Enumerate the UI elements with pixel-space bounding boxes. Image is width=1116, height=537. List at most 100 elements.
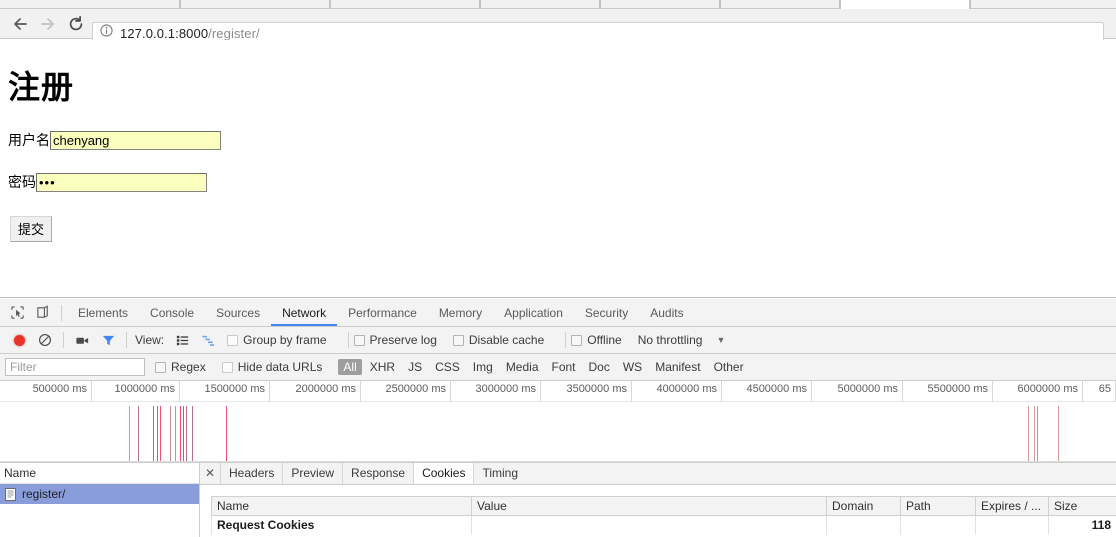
url-path: /register/ [208, 25, 260, 41]
timeline-tick: 4000000 ms [632, 381, 722, 402]
document-icon [5, 487, 16, 501]
devtools-tabbar: Elements Console Sources Network Perform… [0, 299, 1116, 327]
waterfall-view-icon[interactable] [195, 327, 221, 353]
chevron-down-icon[interactable]: ▼ [716, 335, 725, 345]
device-toolbar-icon[interactable] [30, 300, 56, 326]
inspect-element-icon[interactable] [4, 300, 30, 326]
detail-tab-preview[interactable]: Preview [282, 463, 342, 484]
divider [61, 304, 62, 321]
filter-type-css[interactable]: CSS [430, 359, 465, 375]
filter-type-doc[interactable]: Doc [584, 359, 615, 375]
tab-sources[interactable]: Sources [205, 299, 271, 326]
back-arrow-icon[interactable] [6, 10, 34, 38]
preserve-log-checkbox[interactable]: Preserve log [353, 333, 442, 347]
filter-type-xhr[interactable]: XHR [365, 359, 400, 375]
browser-tab-active[interactable] [840, 0, 970, 9]
timeline-tick: 4500000 ms [722, 381, 812, 402]
record-icon[interactable] [6, 327, 32, 353]
detail-tab-cookies[interactable]: Cookies [413, 463, 474, 484]
reload-icon[interactable] [62, 10, 90, 38]
offline-checkbox[interactable]: Offline [571, 333, 626, 347]
disable-cache-label: Disable cache [468, 333, 545, 347]
browser-tab[interactable] [480, 0, 600, 9]
clear-icon[interactable] [32, 327, 58, 353]
table-row[interactable]: Request Cookies 118 [211, 515, 1116, 535]
request-list-panel: Name register/ [0, 463, 200, 537]
timeline-tick: 5000000 ms [812, 381, 903, 402]
cookie-value [471, 515, 827, 535]
column-header-value[interactable]: Value [471, 496, 827, 516]
filter-type-font[interactable]: Font [547, 359, 581, 375]
filter-type-media[interactable]: Media [501, 359, 544, 375]
timeline-request-bar [138, 406, 139, 462]
column-header-expires[interactable]: Expires / ... [975, 496, 1049, 516]
username-input[interactable] [50, 130, 221, 150]
column-header-domain[interactable]: Domain [826, 496, 901, 516]
tab-network[interactable]: Network [271, 299, 337, 326]
group-by-frame-checkbox[interactable]: Group by frame [227, 333, 331, 347]
tab-memory[interactable]: Memory [428, 299, 493, 326]
browser-tab-strip [0, 0, 1116, 9]
filter-type-other[interactable]: Other [709, 359, 749, 375]
timeline-request-bar [1037, 406, 1038, 462]
cookie-name: Request Cookies [211, 515, 472, 535]
cookie-domain [826, 515, 901, 535]
detail-tab-headers[interactable]: Headers [220, 463, 282, 484]
timeline-tick: 3500000 ms [541, 381, 632, 402]
disable-cache-checkbox[interactable]: Disable cache [452, 333, 549, 347]
hide-data-urls-checkbox[interactable]: Hide data URLs [221, 360, 328, 374]
camera-icon[interactable] [69, 327, 95, 353]
browser-tab[interactable] [330, 0, 480, 9]
column-header-name[interactable]: Name [211, 496, 472, 516]
column-header-size[interactable]: Size [1048, 496, 1116, 516]
throttling-select[interactable]: No throttling [638, 333, 703, 347]
tab-elements[interactable]: Elements [67, 299, 139, 326]
cookies-table-header-row: Name Value Domain Path Expires / ... Siz… [211, 496, 1116, 516]
filter-type-js[interactable]: JS [403, 359, 427, 375]
request-row-register[interactable]: register/ [0, 484, 199, 504]
password-input[interactable] [36, 172, 207, 192]
timeline-request-bar [183, 406, 184, 462]
list-view-icon[interactable] [169, 327, 195, 353]
regex-checkbox[interactable]: Regex [155, 360, 211, 374]
detail-tab-timing[interactable]: Timing [473, 463, 526, 484]
timeline-tick: 5500000 ms [903, 381, 993, 402]
submit-button[interactable]: 提交 [10, 216, 53, 242]
tab-audits[interactable]: Audits [639, 299, 694, 326]
browser-tab[interactable] [180, 0, 330, 9]
timeline-tick: 2000000 ms [270, 381, 361, 402]
tab-console[interactable]: Console [139, 299, 205, 326]
timeline-request-bar [186, 406, 187, 462]
tab-performance[interactable]: Performance [337, 299, 428, 326]
filter-type-ws[interactable]: WS [618, 359, 647, 375]
checkbox-box [227, 334, 239, 346]
timeline-tick: 1000000 ms [92, 381, 180, 402]
timeline-request-bar [160, 406, 161, 462]
timeline-request-bar [1028, 406, 1029, 462]
timeline-tick: 65 [1083, 381, 1116, 402]
checkbox-box [571, 334, 583, 346]
forward-arrow-icon [34, 10, 62, 38]
detail-tab-response[interactable]: Response [342, 463, 413, 484]
timeline-tick: 6000000 ms [993, 381, 1083, 402]
tab-application[interactable]: Application [493, 299, 574, 326]
browser-tab[interactable] [600, 0, 720, 9]
timeline-ruler: 500000 ms 1000000 ms 1500000 ms 2000000 ms 2… [0, 381, 1116, 402]
filter-input[interactable] [5, 358, 145, 376]
cookies-table: Name Value Domain Path Expires / ... Siz… [211, 496, 1116, 535]
tab-security[interactable]: Security [574, 299, 639, 326]
filter-funnel-icon[interactable] [95, 327, 121, 353]
username-label: 用户名 [8, 133, 50, 149]
network-overview[interactable]: 500000 ms 1000000 ms 1500000 ms 2000000 ms 2… [0, 381, 1116, 463]
filter-type-manifest[interactable]: Manifest [650, 359, 705, 375]
devtools-panel: Elements Console Sources Network Perform… [0, 299, 1116, 537]
divider [565, 332, 567, 348]
timeline-request-bar [129, 406, 130, 462]
filter-type-img[interactable]: Img [468, 359, 498, 375]
close-icon[interactable]: ✕ [200, 463, 220, 484]
filter-type-all[interactable]: All [338, 359, 362, 375]
browser-tab[interactable] [970, 0, 1116, 9]
browser-tab[interactable] [720, 0, 840, 9]
browser-tab[interactable] [0, 0, 180, 9]
column-header-path[interactable]: Path [900, 496, 976, 516]
